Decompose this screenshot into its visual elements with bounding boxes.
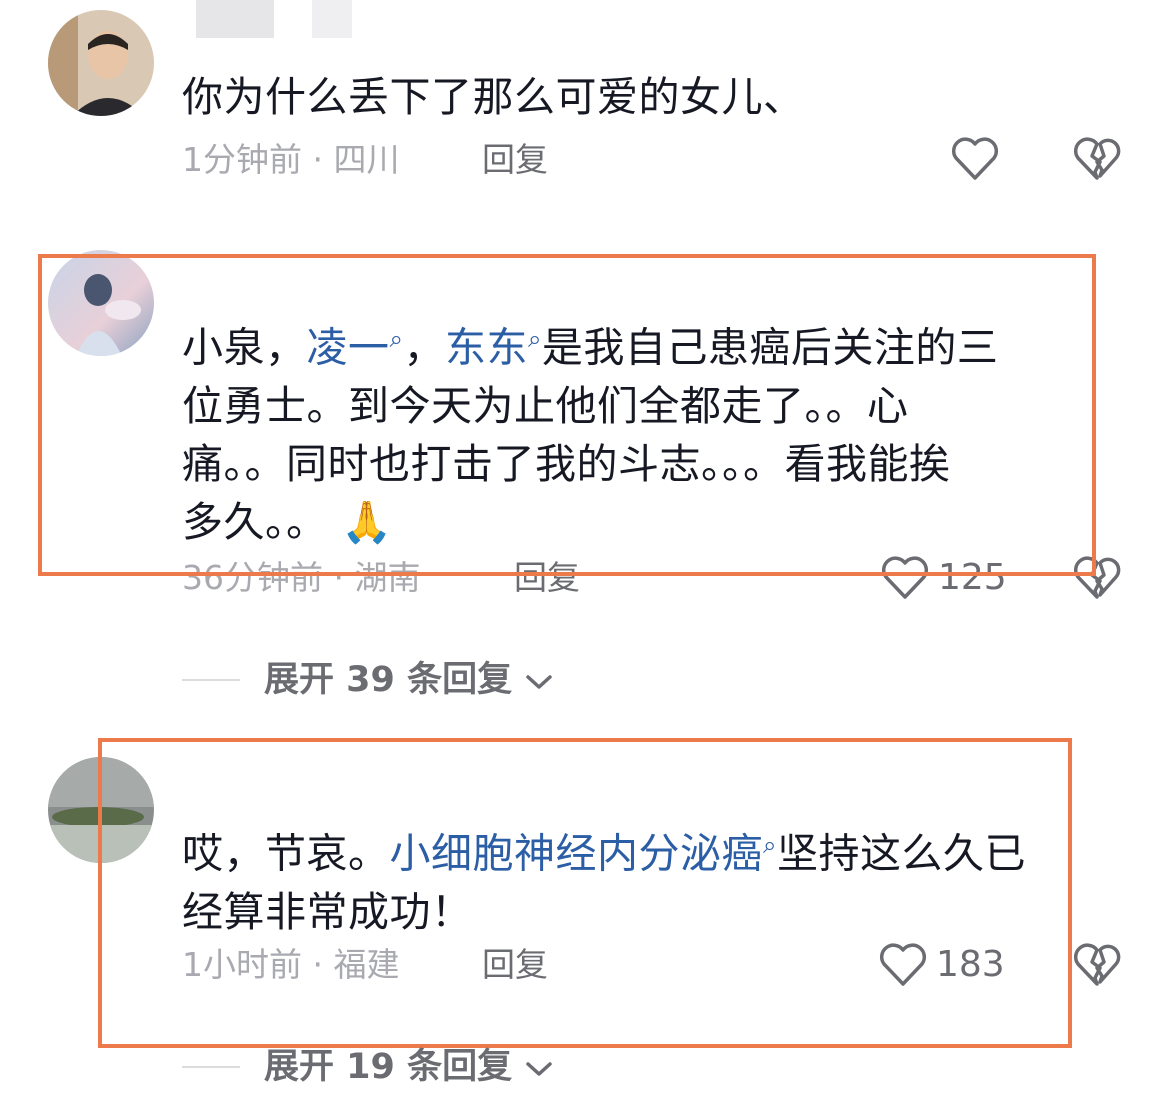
- broken-heart-icon[interactable]: [1072, 942, 1122, 988]
- comment-time-location: 1分钟前 · 四川: [182, 140, 400, 179]
- heart-outline-icon[interactable]: [950, 136, 1000, 182]
- broken-heart-icon[interactable]: [1072, 136, 1122, 182]
- avatar[interactable]: [48, 10, 154, 116]
- username-blur-2: [312, 0, 352, 38]
- comment-text: 你为什么丢下了那么可爱的女儿、: [182, 73, 805, 121]
- highlight-box: [98, 738, 1072, 1048]
- expand-replies-button[interactable]: 展开 19 条回复: [264, 1045, 554, 1090]
- divider: [182, 1066, 240, 1068]
- highlight-box: [38, 254, 1096, 576]
- chevron-down-icon: [524, 659, 554, 703]
- username-blur: [196, 0, 274, 38]
- reply-button[interactable]: 回复: [482, 138, 548, 182]
- chevron-down-icon: [524, 1046, 554, 1090]
- divider: [182, 679, 240, 681]
- expand-replies-button[interactable]: 展开 39 条回复: [264, 658, 554, 703]
